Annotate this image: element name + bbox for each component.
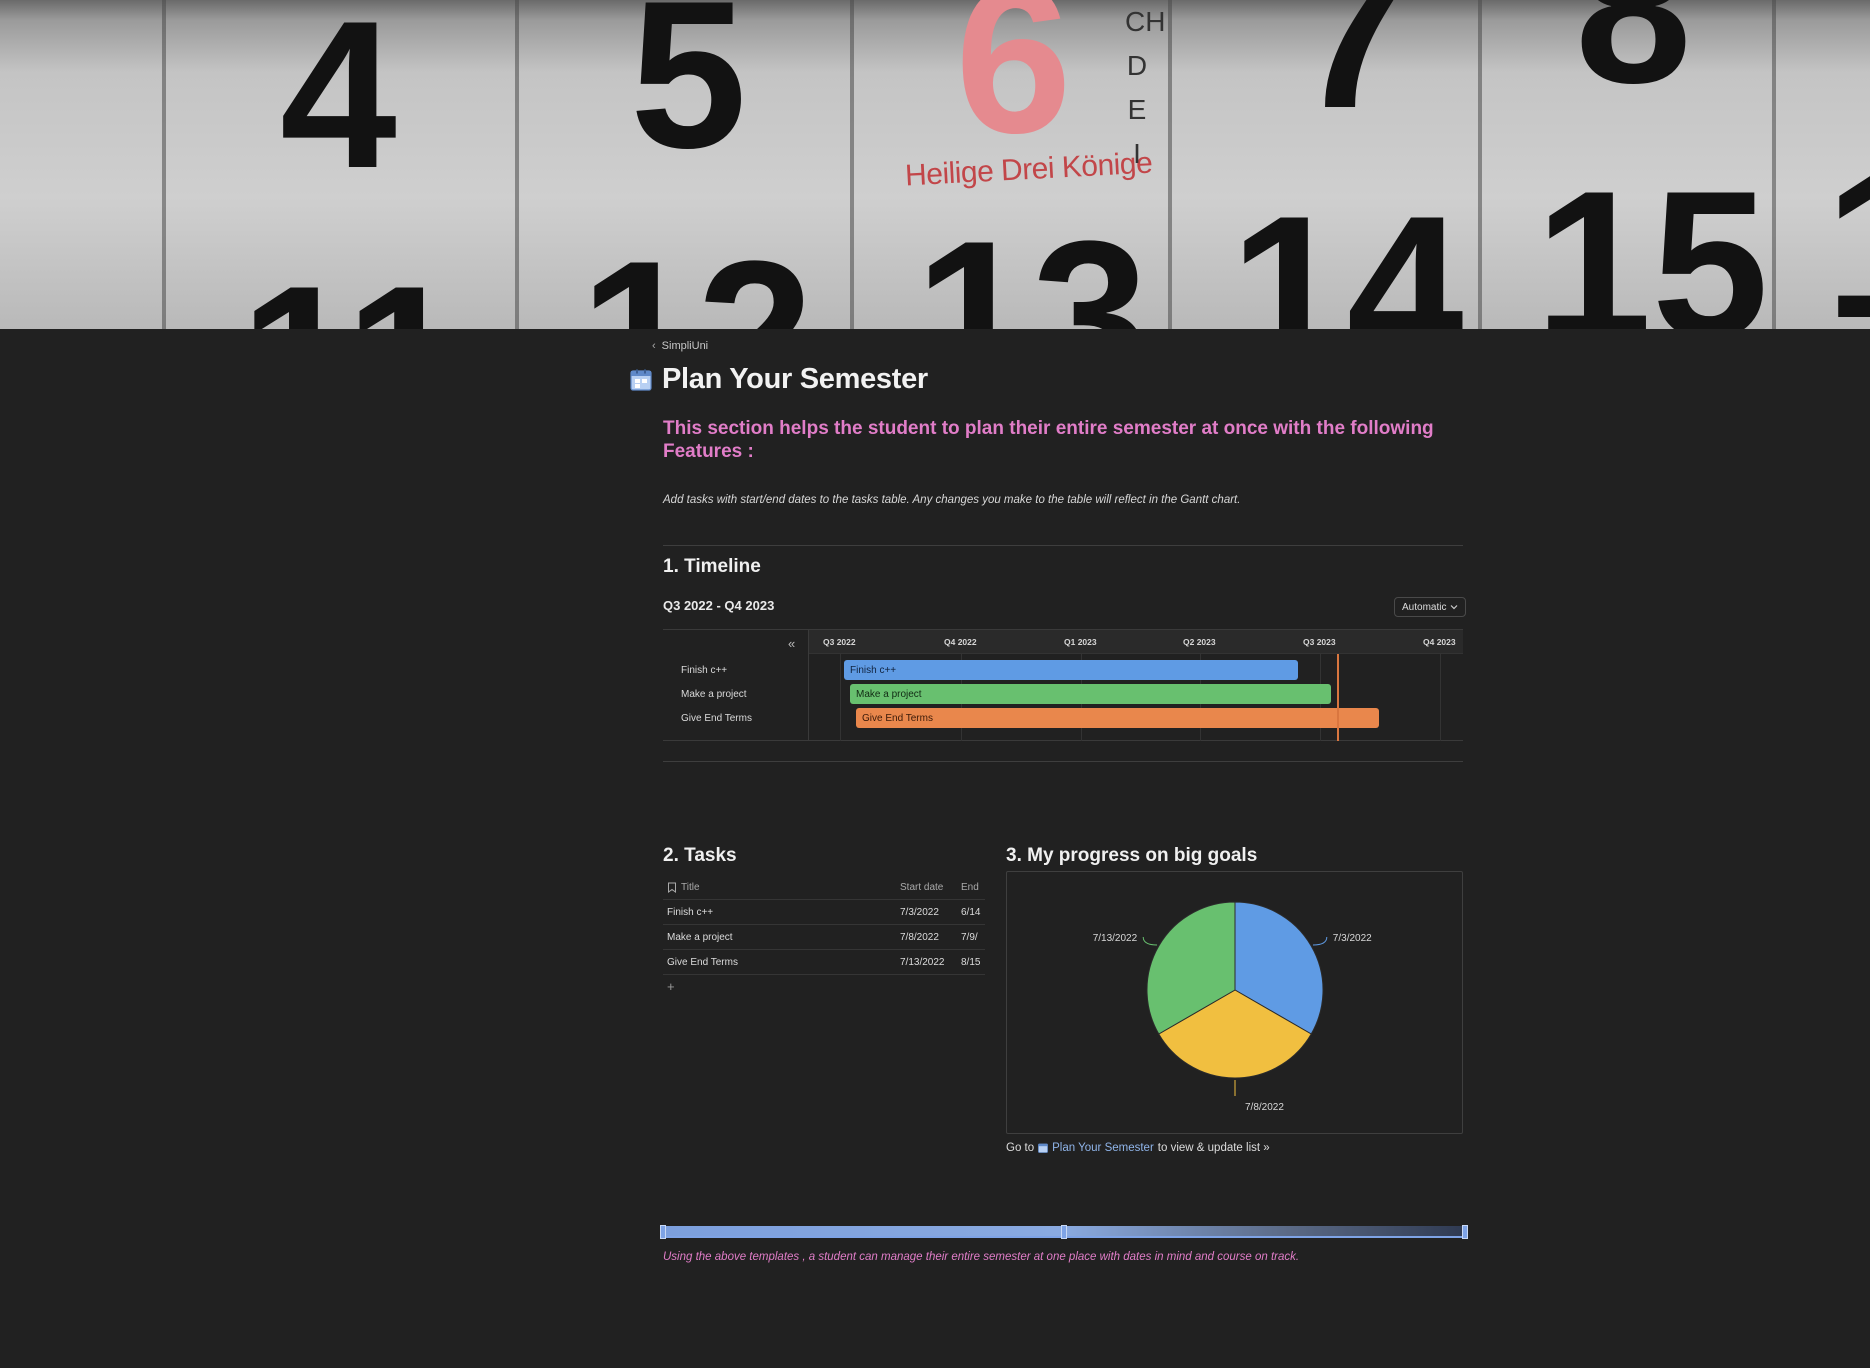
- breadcrumb-link[interactable]: SimpliUni: [662, 340, 708, 352]
- goto-line: Go to Plan Your Semester to view & updat…: [1006, 1142, 1270, 1154]
- task-end-date[interactable]: 7/9/: [961, 932, 985, 943]
- pie-slice-label: 7/8/2022: [1245, 1102, 1284, 1113]
- gantt-row-label[interactable]: Make a project: [681, 689, 747, 700]
- selected-divider-block[interactable]: [660, 1225, 1468, 1239]
- collapse-icon[interactable]: «: [788, 636, 795, 651]
- table-header: Title Start date End: [663, 875, 985, 900]
- resize-handle-right[interactable]: [1462, 1225, 1468, 1239]
- task-title[interactable]: Make a project: [663, 932, 900, 943]
- calendar-number: 4: [280, 0, 397, 212]
- breadcrumb[interactable]: ‹ SimpliUni: [652, 340, 708, 352]
- calendar-number: 7: [1295, 0, 1412, 152]
- bookmark-icon: [668, 882, 676, 893]
- pie-slice-label: 7/3/2022: [1333, 933, 1372, 944]
- chevron-left-icon: ‹: [652, 340, 656, 352]
- divider: [663, 545, 1463, 546]
- add-row-button[interactable]: +: [663, 975, 985, 997]
- holiday-label: Heilige Drei Könige: [904, 146, 1153, 193]
- calendar-number: 8: [1575, 0, 1692, 127]
- timeline-view-label: Automatic: [1402, 601, 1447, 613]
- timeline-view-select[interactable]: Automatic: [1394, 597, 1467, 617]
- calendar-number: 1: [1825, 140, 1870, 330]
- weekday-letter: I: [1133, 138, 1141, 169]
- footer-note: Using the above templates , a student ca…: [663, 1251, 1300, 1263]
- pie-leader-line: [1142, 936, 1158, 946]
- goto-prefix: Go to: [1006, 1142, 1035, 1154]
- resize-handle-middle[interactable]: [1061, 1225, 1067, 1239]
- calendar-icon[interactable]: [630, 369, 652, 391]
- calendar-number: 13: [915, 197, 1149, 330]
- resize-handle-left[interactable]: [660, 1225, 666, 1239]
- gantt-gridline: [840, 654, 841, 741]
- weekday-letter: E: [1127, 94, 1147, 125]
- weekday-letters: CH D E I: [1125, 0, 1166, 176]
- gantt-chart: « Finish c++ Make a project Give End Ter…: [663, 629, 1463, 741]
- task-start-date[interactable]: 7/8/2022: [900, 932, 961, 943]
- task-end-date[interactable]: 6/14: [961, 907, 985, 918]
- pie-slice-label: 7/13/2022: [1093, 933, 1138, 944]
- calendar-number: 15: [1535, 147, 1769, 330]
- gantt-bar-finish-cpp[interactable]: Finish c++: [844, 660, 1298, 680]
- calendar-column-divider: [1772, 0, 1776, 329]
- gantt-bar-make-project[interactable]: Make a project: [850, 684, 1331, 704]
- tasks-heading: 2. Tasks: [663, 845, 737, 866]
- table-row[interactable]: Give End Terms 7/13/2022 8/15: [663, 950, 985, 975]
- calendar-column-divider: [850, 0, 854, 329]
- gantt-row-label[interactable]: Give End Terms: [681, 713, 752, 724]
- calendar-number: 14: [1230, 172, 1464, 330]
- pie-chart: 7/3/2022 7/8/2022 7/13/2022: [1093, 901, 1372, 1113]
- calendar-column-divider: [1168, 0, 1172, 329]
- column-header-title[interactable]: Title: [663, 882, 900, 893]
- quarter-label: Q3 2022: [823, 637, 856, 647]
- calendar-column-divider: [162, 0, 166, 329]
- page-title: Plan Your Semester: [662, 363, 928, 395]
- gantt-header: [809, 630, 1463, 654]
- task-end-date[interactable]: 8/15: [961, 957, 985, 968]
- quarter-label: Q3 2023: [1303, 637, 1336, 647]
- chevron-down-icon: [1451, 605, 1458, 610]
- task-title[interactable]: Give End Terms: [663, 957, 900, 968]
- calendar-icon: [1038, 1143, 1049, 1153]
- quarter-label: Q4 2023: [1423, 637, 1456, 647]
- gantt-row-label[interactable]: Finish c++: [681, 665, 727, 676]
- gantt-bar-label: Make a project: [856, 688, 922, 700]
- weekday-letter: D: [1126, 50, 1148, 81]
- gantt-bar-give-end-terms[interactable]: Give End Terms: [856, 708, 1379, 728]
- task-title[interactable]: Finish c++: [663, 907, 900, 918]
- table-row[interactable]: Make a project 7/8/2022 7/9/: [663, 925, 985, 950]
- weekday-letter: CH: [1125, 6, 1166, 37]
- column-header-start-date[interactable]: Start date: [900, 882, 961, 893]
- calendar-column-divider: [515, 0, 519, 329]
- tasks-table: Title Start date End Finish c++ 7/3/2022…: [663, 875, 985, 997]
- quarter-label: Q1 2023: [1064, 637, 1097, 647]
- calendar-number: 5: [630, 0, 747, 192]
- gantt-bar-label: Finish c++: [850, 664, 897, 676]
- goto-suffix: to view & update list »: [1157, 1142, 1270, 1154]
- calendar-number: 12: [580, 230, 814, 330]
- column-header-end[interactable]: End: [961, 882, 985, 893]
- cover-image: 4 5 6 7 8 11 12 13 14 15 1 Heilige Drei …: [0, 0, 1870, 329]
- task-start-date[interactable]: 7/3/2022: [900, 907, 961, 918]
- divider: [663, 761, 1463, 762]
- gantt-gridline: [1440, 654, 1441, 741]
- pie-leader-line: [1312, 936, 1328, 946]
- progress-chart-card: 7/3/2022 7/8/2022 7/13/2022: [1006, 871, 1463, 1134]
- calendar-number-highlighted: 6: [955, 0, 1072, 177]
- quarter-label: Q4 2022: [944, 637, 977, 647]
- quarter-label: Q2 2023: [1183, 637, 1216, 647]
- timeline-range: Q3 2022 - Q4 2023: [663, 598, 775, 613]
- task-start-date[interactable]: 7/13/2022: [900, 957, 961, 968]
- calendar-column-divider: [1478, 0, 1482, 329]
- gantt-bar-label: Give End Terms: [862, 712, 933, 724]
- table-row[interactable]: Finish c++ 7/3/2022 6/14: [663, 900, 985, 925]
- column-header-label: Title: [681, 881, 700, 893]
- today-marker: [1337, 654, 1339, 741]
- calendar-number: 11: [240, 255, 462, 330]
- intro-note: Add tasks with start/end dates to the ta…: [663, 494, 1241, 506]
- goto-page-link[interactable]: Plan Your Semester: [1052, 1142, 1154, 1154]
- gantt-label-column: « Finish c++ Make a project Give End Ter…: [663, 630, 809, 741]
- intro-heading: This section helps the student to plan t…: [663, 418, 1434, 462]
- progress-heading: 3. My progress on big goals: [1006, 845, 1258, 866]
- timeline-heading: 1. Timeline: [663, 556, 761, 577]
